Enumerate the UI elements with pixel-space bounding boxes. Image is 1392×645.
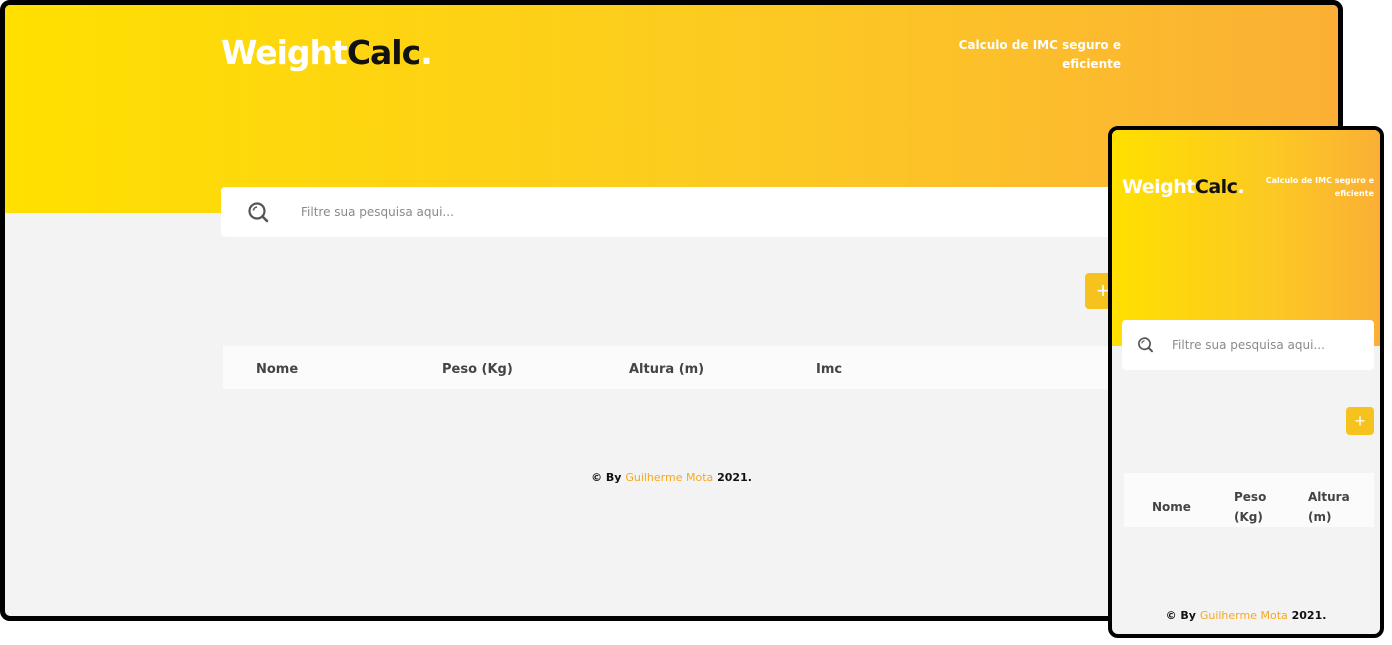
column-header-peso[interactable]: Peso (Kg): [1234, 487, 1266, 527]
search-bar: [221, 187, 1121, 237]
column-header-peso[interactable]: Peso (Kg): [442, 362, 513, 377]
mobile-search-bar: [1122, 320, 1374, 370]
mobile-frame: WeightCalc. Calculo de IMC seguro e efic…: [1108, 126, 1384, 638]
tagline: Calculo de IMC seguro e eficiente: [958, 38, 1121, 71]
footer-prefix: © By: [1165, 609, 1196, 622]
search-icon[interactable]: [1137, 336, 1155, 353]
footer-year: 2021.: [1291, 609, 1327, 622]
mobile-header-banner: [1112, 130, 1380, 346]
column-header-nome[interactable]: Nome: [256, 362, 298, 377]
column-header-nome[interactable]: Nome: [1152, 497, 1191, 517]
footer-year: 2021.: [717, 471, 752, 484]
footer-prefix: © By: [591, 471, 622, 484]
column-header-peso-line1: Peso: [1234, 490, 1267, 504]
column-header-altura-line2: (m): [1308, 510, 1332, 524]
column-header-altura-line1: Altura: [1308, 490, 1350, 504]
search-input[interactable]: [301, 201, 901, 223]
mobile-search-input[interactable]: [1172, 335, 1362, 355]
mobile-tagline: Calculo de IMC seguro e eficiente: [1265, 176, 1374, 198]
table-header: Nome Peso (Kg) Altura (m) Imc: [223, 346, 1123, 389]
logo-part-calc: Calc: [1194, 176, 1238, 198]
mobile-footer: © By Guilherme Mota 2021.: [1112, 609, 1380, 622]
logo-part-weight: Weight: [221, 33, 348, 72]
column-header-peso-line2: (Kg): [1234, 510, 1263, 524]
footer-author-link[interactable]: Guilherme Mota: [1200, 609, 1288, 622]
logo[interactable]: WeightCalc.: [221, 33, 433, 72]
column-header-imc[interactable]: Imc: [816, 362, 842, 377]
logo-dot: .: [420, 33, 433, 72]
logo-part-calc: Calc: [346, 33, 421, 72]
search-icon[interactable]: [247, 201, 271, 223]
column-header-altura[interactable]: Altura (m): [1308, 487, 1350, 527]
footer-author-link[interactable]: Guilherme Mota: [625, 471, 713, 484]
logo-dot: .: [1237, 176, 1245, 198]
mobile-logo[interactable]: WeightCalc.: [1122, 176, 1245, 198]
column-header-altura[interactable]: Altura (m): [629, 362, 704, 377]
mobile-add-button[interactable]: +: [1346, 407, 1374, 435]
logo-part-weight: Weight: [1122, 176, 1195, 198]
mobile-table-header: Nome Peso (Kg) Altura (m): [1124, 473, 1374, 527]
